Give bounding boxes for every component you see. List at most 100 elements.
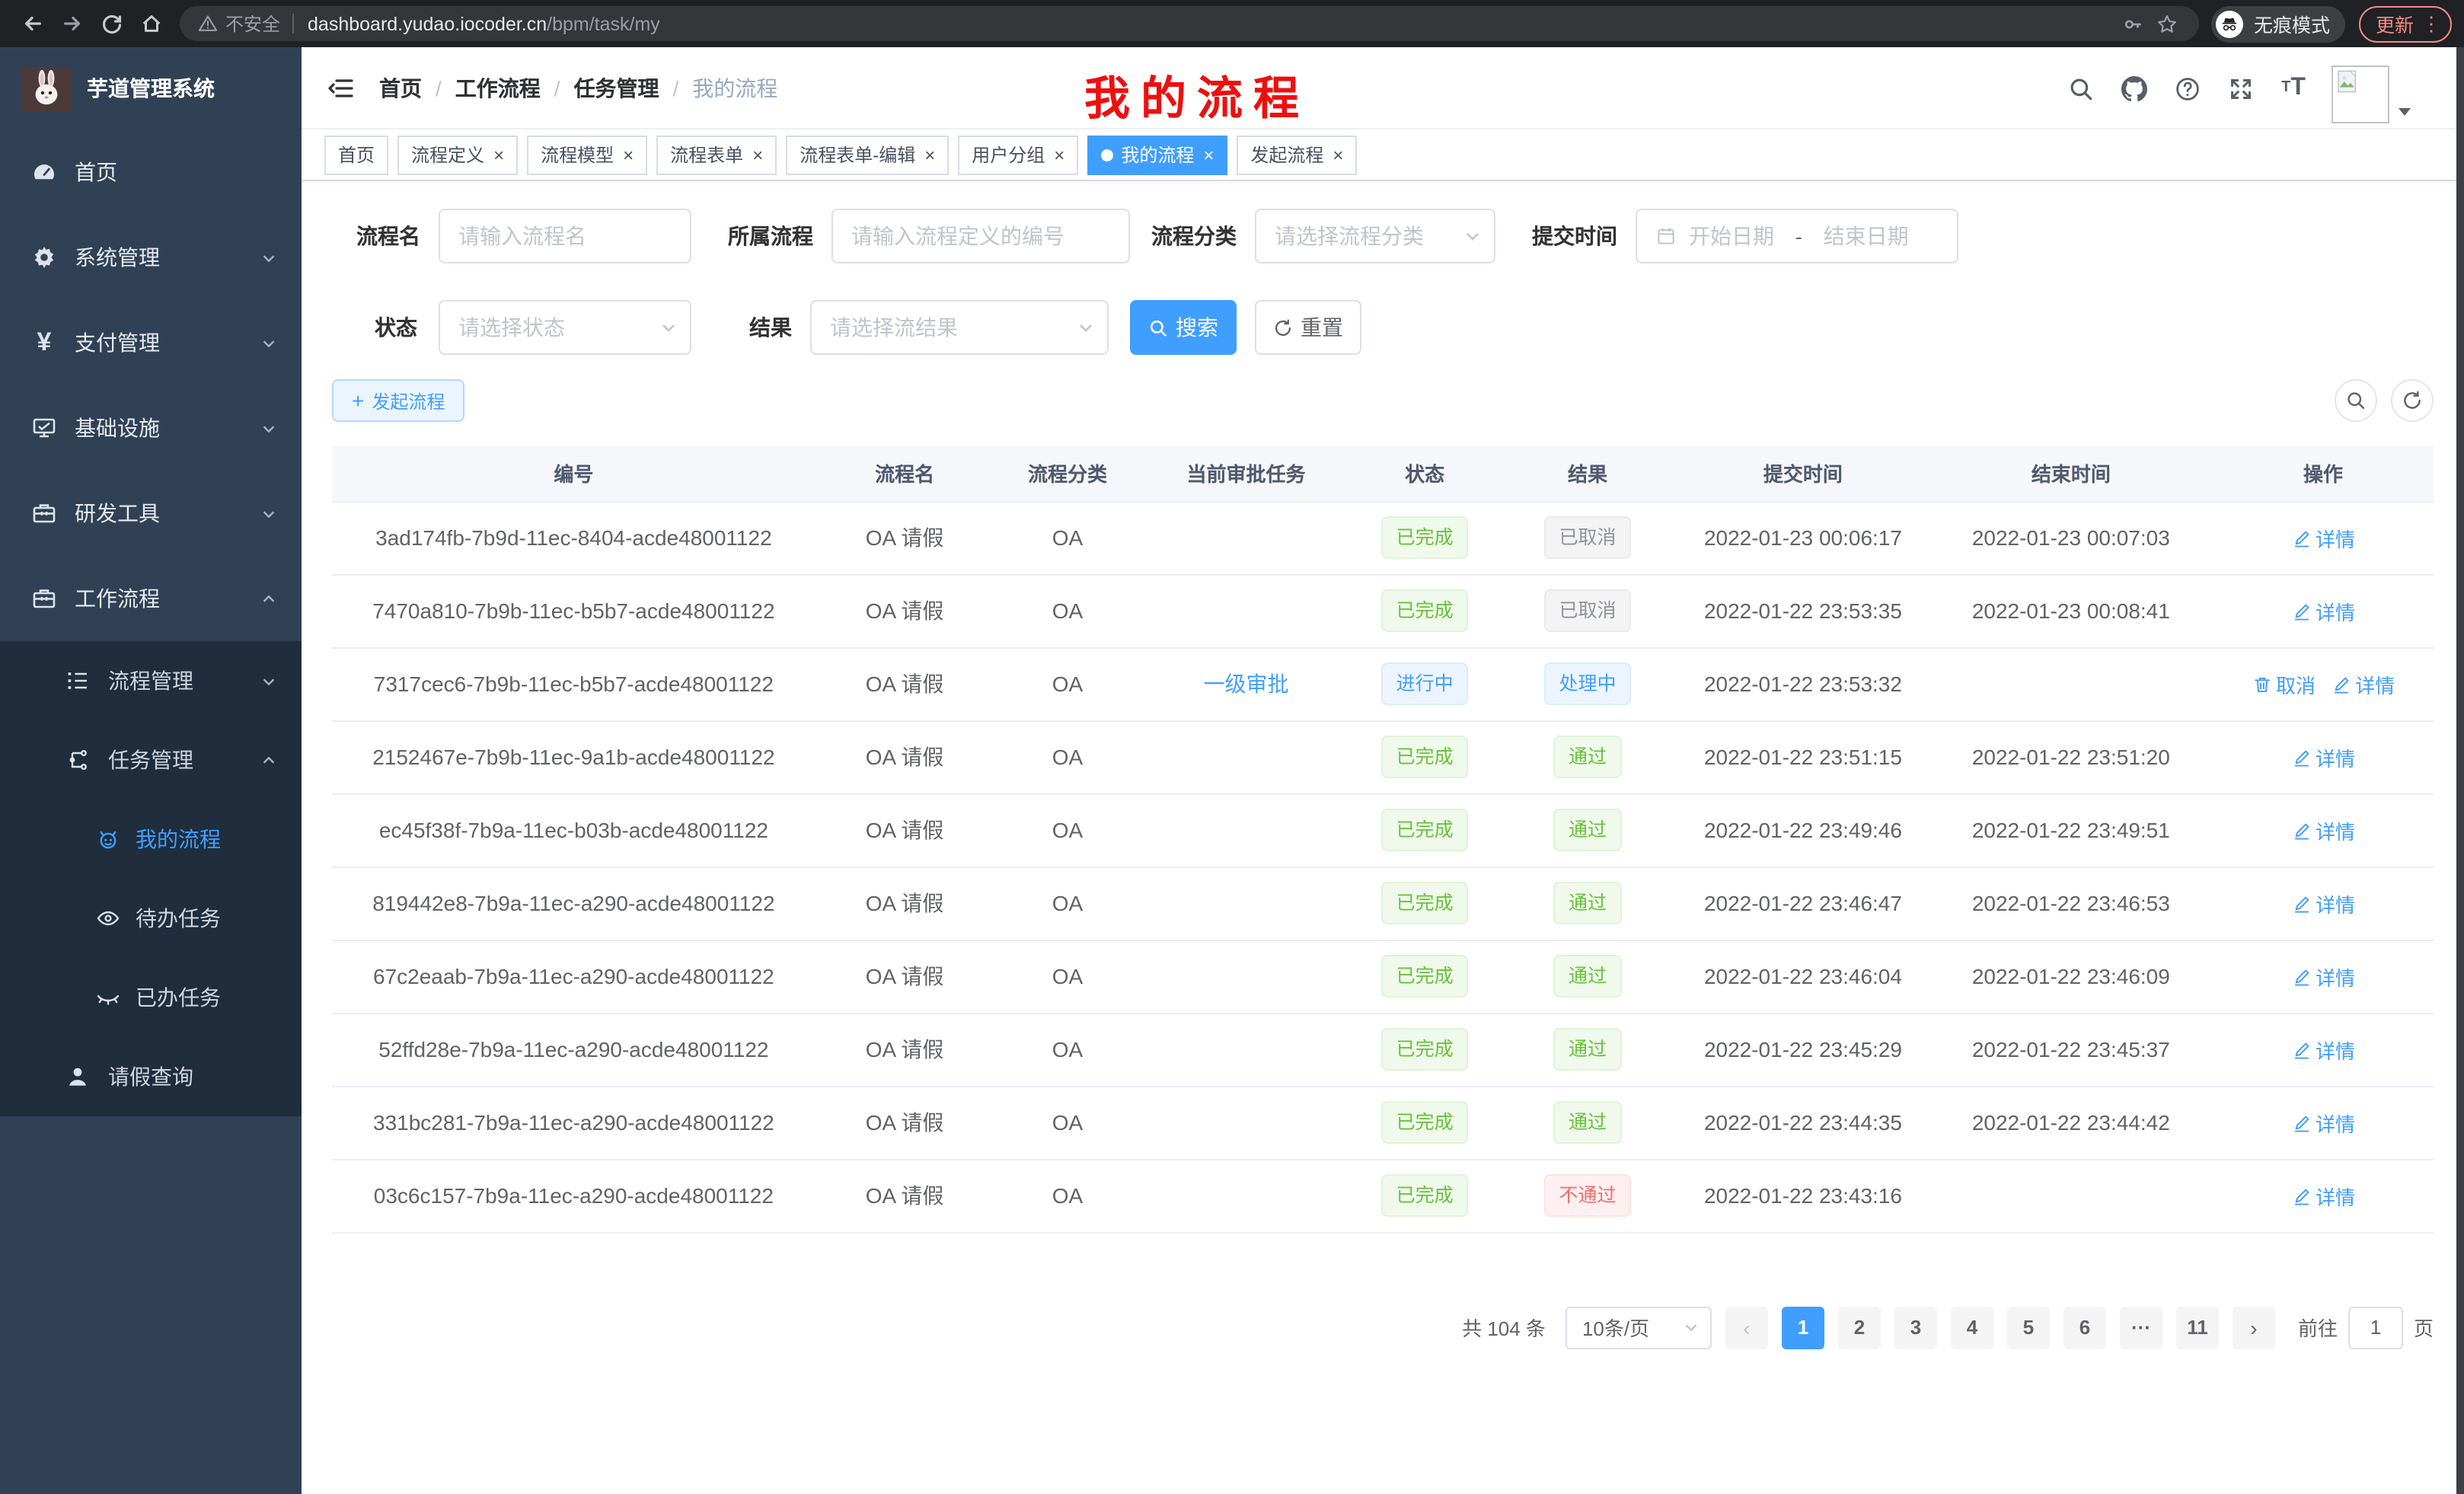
end-time: 2022-01-22 23:44:42 [1929, 1086, 2213, 1159]
github-button[interactable] [2118, 73, 2149, 104]
scrollbar-thumb[interactable] [2456, 47, 2464, 1494]
browser-menu-icon[interactable]: ⋮ [2421, 11, 2441, 36]
detail-link[interactable]: 详情 [2291, 816, 2355, 844]
process-def-input[interactable] [851, 224, 1110, 248]
not-secure-icon [198, 14, 218, 34]
process-name-input[interactable] [458, 224, 672, 248]
close-icon[interactable]: × [623, 145, 634, 164]
search-icon [2345, 390, 2367, 411]
page-ellipsis-button[interactable]: ··· [2120, 1306, 2162, 1349]
prev-page-button[interactable]: ‹ [1725, 1306, 1768, 1349]
browser-toolbar: 不安全 dashboard.yudao.iocoder.cn/bpm/task/… [0, 0, 2464, 47]
page-button-2[interactable]: 2 [1838, 1306, 1881, 1349]
url-text: dashboard.yudao.iocoder.cn/bpm/task/my [308, 13, 660, 34]
scrollbar[interactable] [2456, 47, 2464, 1494]
sidebar-item-my-process[interactable]: 我的流程 [0, 800, 302, 879]
next-page-button[interactable]: › [2233, 1306, 2275, 1349]
close-icon[interactable]: × [1203, 145, 1214, 164]
sidebar-item-task-management[interactable]: 任务管理 [0, 720, 302, 800]
sidebar: 芋道管理系统 首页 系统管理 ¥ 支付管理 [0, 47, 302, 1494]
breadcrumb-home[interactable]: 首页 [379, 72, 422, 103]
forward-icon [60, 12, 83, 35]
browser-home-button[interactable] [131, 4, 171, 43]
close-icon[interactable]: × [1333, 145, 1343, 164]
reset-button[interactable]: 重置 [1255, 300, 1361, 355]
search-button[interactable] [2065, 73, 2095, 104]
process-name: OA 请假 [815, 574, 994, 647]
sidebar-item-todo-tasks[interactable]: 待办任务 [0, 879, 302, 958]
status-select[interactable]: 请选择状态 [439, 300, 691, 355]
bookmark-star-button[interactable] [2150, 7, 2184, 40]
avatar[interactable] [2332, 65, 2389, 123]
tab-process-form-edit[interactable]: 流程表单-编辑× [786, 135, 949, 174]
process-table: 编号 流程名 流程分类 当前审批任务 状态 结果 提交时间 结束时间 操作 3a… [332, 446, 2434, 1233]
sidebar-item-workflow[interactable]: 工作流程 [0, 556, 302, 641]
detail-link[interactable]: 详情 [2291, 962, 2355, 991]
detail-link[interactable]: 详情 [2331, 669, 2395, 698]
sidebar-item-done-tasks[interactable]: 已办任务 [0, 958, 302, 1037]
result-select[interactable]: 请选择流结果 [810, 300, 1109, 355]
row-actions: 详情 [2291, 1039, 2355, 1064]
tab-process-definition[interactable]: 流程定义× [397, 135, 518, 174]
end-time [1929, 1159, 2213, 1232]
sidebar-item-process-management[interactable]: 流程管理 [0, 641, 302, 720]
browser-back-button[interactable] [12, 4, 52, 43]
close-icon[interactable]: × [752, 145, 763, 164]
tab-my-process[interactable]: 我的流程× [1087, 135, 1227, 174]
password-key-button[interactable] [2117, 7, 2150, 40]
page-button-4[interactable]: 4 [1951, 1306, 1993, 1349]
fullscreen-button[interactable] [2225, 73, 2255, 104]
create-process-button[interactable]: +发起流程 [332, 379, 464, 422]
browser-reload-button[interactable] [91, 4, 131, 43]
sidebar-item-system[interactable]: 系统管理 [0, 215, 302, 300]
user-avatar-menu[interactable] [2332, 65, 2412, 123]
sidebar-collapse-button[interactable] [324, 71, 358, 104]
start-date-placeholder: 开始日期 [1689, 221, 1774, 251]
detail-link[interactable]: 详情 [2291, 1035, 2355, 1064]
breadcrumb-task-management[interactable]: 任务管理 [574, 72, 659, 103]
close-icon[interactable]: × [493, 145, 504, 164]
detail-link[interactable]: 详情 [2291, 889, 2355, 918]
browser-forward-button[interactable] [52, 4, 91, 43]
page-button-5[interactable]: 5 [2007, 1306, 2050, 1349]
page-button-1[interactable]: 1 [1782, 1306, 1824, 1349]
date-range-picker[interactable]: 开始日期 - 结束日期 [1636, 209, 1958, 263]
detail-link[interactable]: 详情 [2291, 1108, 2355, 1137]
tab-process-model[interactable]: 流程模型× [527, 135, 647, 174]
current-task-link[interactable]: 一级审批 [1204, 672, 1289, 696]
cancel-link[interactable]: 取消 [2252, 669, 2316, 698]
profile-label: 无痕模式 [2254, 9, 2330, 38]
detail-link[interactable]: 详情 [2291, 1181, 2355, 1210]
sidebar-item-home[interactable]: 首页 [0, 129, 302, 215]
browser-update-button[interactable]: 更新 ⋮ [2359, 5, 2452, 42]
help-button[interactable] [2172, 73, 2202, 104]
sidebar-item-dev-tools[interactable]: 研发工具 [0, 471, 302, 556]
goto-page-input[interactable] [2348, 1306, 2403, 1349]
status-badge: 已完成 [1381, 1174, 1469, 1217]
font-size-button[interactable]: TT [2278, 73, 2309, 104]
close-icon[interactable]: × [1054, 145, 1064, 164]
search-submit-button[interactable]: 搜索 [1130, 300, 1237, 355]
tab-user-group[interactable]: 用户分组× [958, 135, 1078, 174]
page-size-select[interactable]: 10条/页 [1566, 1306, 1712, 1349]
chevron-down-icon [260, 249, 277, 266]
address-bar[interactable]: 不安全 dashboard.yudao.iocoder.cn/bpm/task/… [180, 6, 2199, 41]
show-search-button[interactable] [2335, 379, 2377, 422]
breadcrumb-workflow[interactable]: 工作流程 [455, 72, 541, 103]
refresh-table-button[interactable] [2391, 379, 2434, 422]
tab-home[interactable]: 首页 [324, 135, 388, 174]
sidebar-item-infrastructure[interactable]: 基础设施 [0, 385, 302, 471]
page-button-11[interactable]: 11 [2176, 1306, 2219, 1349]
detail-link[interactable]: 详情 [2291, 523, 2355, 552]
sidebar-item-leave-query[interactable]: 请假查询 [0, 1037, 302, 1116]
detail-link[interactable]: 详情 [2291, 742, 2355, 771]
page-button-3[interactable]: 3 [1894, 1306, 1937, 1349]
filter-row-1: 流程名 所属流程 流程分类 请选择流程分类 提交时间 开始日期 - 结束日期 [332, 209, 2434, 263]
category-select[interactable]: 请选择流程分类 [1255, 209, 1495, 263]
tab-process-form[interactable]: 流程表单× [656, 135, 777, 174]
close-icon[interactable]: × [924, 145, 935, 164]
detail-link[interactable]: 详情 [2291, 596, 2355, 625]
page-button-6[interactable]: 6 [2063, 1306, 2106, 1349]
tab-start-process[interactable]: 发起流程× [1237, 135, 1357, 174]
sidebar-item-payment[interactable]: ¥ 支付管理 [0, 300, 302, 385]
